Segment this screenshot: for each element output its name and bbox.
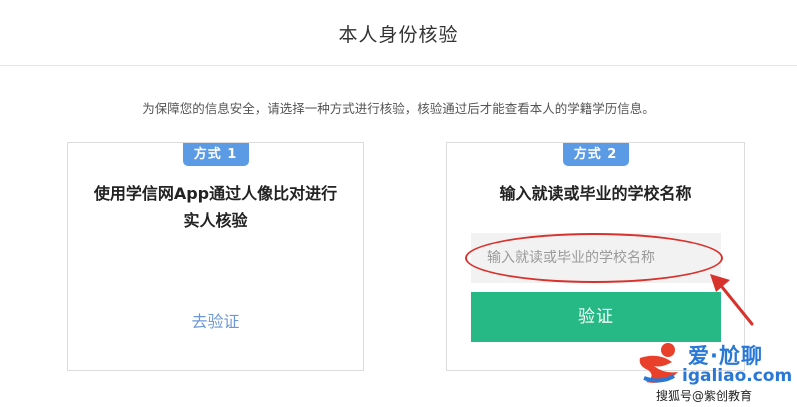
method-2-badge: 方式 2: [562, 143, 629, 166]
watermark-site: igaliao.com: [682, 366, 793, 386]
watermark: 爱·尬聊 igaliao.com 搜狐号@紫创教育: [634, 336, 797, 407]
watermark-credit: 搜狐号@紫创教育: [656, 387, 753, 404]
method-2-heading: 输入就读或毕业的学校名称: [499, 184, 692, 203]
verify-button[interactable]: 验证: [471, 292, 721, 342]
page-title: 本人身份核验: [338, 24, 459, 46]
school-name-input[interactable]: [471, 233, 721, 283]
method-1-card: 方式 1 使用学信网App通过人像比对进行实人核验 去验证: [67, 142, 364, 371]
annotation-arrow-icon: [710, 274, 754, 326]
go-verify-link[interactable]: 去验证: [68, 308, 363, 332]
method-1-badge: 方式 1: [182, 143, 249, 166]
top-bar: 本人身份核验: [0, 0, 797, 66]
method-1-heading: 使用学信网App通过人像比对进行实人核验: [93, 184, 338, 230]
security-notice: 为保障您的信息安全，请选择一种方式进行核验，核验通过后才能查看本人的学籍学历信息…: [142, 101, 655, 116]
watermark-logo-icon: [639, 343, 678, 383]
